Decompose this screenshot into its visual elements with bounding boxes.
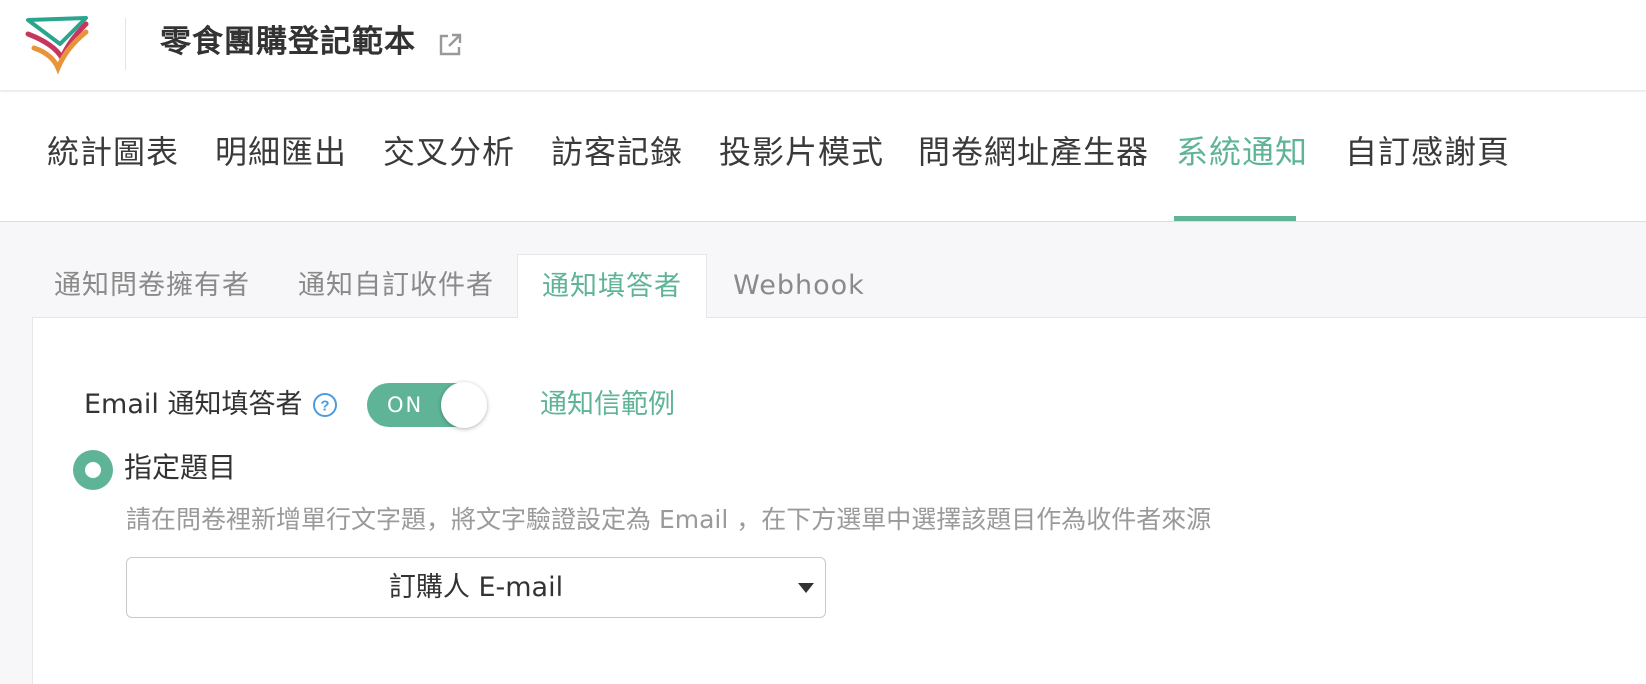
nav-tab-custom-thank-you[interactable]: 自訂感謝頁 xyxy=(1345,132,1510,172)
svg-text:?: ? xyxy=(320,398,329,415)
subtab-notify-respondent[interactable]: 通知填答者 xyxy=(517,254,707,318)
nav-tab-url-generator[interactable]: 問卷網址產生器 xyxy=(918,132,1149,172)
nav-tab-system-notification[interactable]: 系統通知 xyxy=(1176,132,1308,172)
form-title: 零食團購登記範本 xyxy=(160,24,416,60)
email-notify-toggle[interactable]: ON xyxy=(367,382,487,428)
nav-tab-visitor-log[interactable]: 訪客記錄 xyxy=(551,132,683,172)
toggle-state-text: ON xyxy=(387,393,424,417)
specified-question-label[interactable]: 指定題目 xyxy=(124,448,236,488)
subtab-notify-owner[interactable]: 通知問卷擁有者 xyxy=(32,254,272,318)
hint-text: 請在問卷裡新增單行文字題，將文字驗證設定為 Email ，在下方選單中選擇該題目… xyxy=(126,505,1212,534)
main-nav: 統計圖表 明細匯出 交叉分析 訪客記錄 投影片模式 問卷網址產生器 系統通知 自… xyxy=(0,92,1646,222)
subtab-notify-custom-recipient[interactable]: 通知自訂收件者 xyxy=(280,254,512,318)
subtab-webhook[interactable]: Webhook xyxy=(724,254,874,318)
specified-question-radio[interactable] xyxy=(73,450,113,490)
select-value: 訂購人 E-mail xyxy=(388,572,564,603)
radio-dot xyxy=(85,462,101,478)
top-header: 零食團購登記範本 xyxy=(0,0,1646,90)
toggle-knob xyxy=(441,382,487,428)
nav-tab-detail-export[interactable]: 明細匯出 xyxy=(215,132,347,172)
sample-email-link[interactable]: 通知信範例 xyxy=(540,385,675,425)
caret-down-icon xyxy=(798,583,814,593)
header-divider xyxy=(125,18,126,70)
email-notify-label: Email 通知填答者 xyxy=(84,389,303,420)
question-circle-icon[interactable]: ? xyxy=(312,392,338,418)
recipient-question-select[interactable]: 訂購人 E-mail xyxy=(126,557,826,618)
nav-tab-statistics[interactable]: 統計圖表 xyxy=(47,132,179,172)
app-logo[interactable] xyxy=(24,14,94,76)
nav-tab-slideshow[interactable]: 投影片模式 xyxy=(719,132,884,172)
active-tab-underline xyxy=(1174,216,1296,221)
nav-tab-cross-analysis[interactable]: 交叉分析 xyxy=(383,132,515,172)
external-link-icon[interactable] xyxy=(436,31,464,59)
